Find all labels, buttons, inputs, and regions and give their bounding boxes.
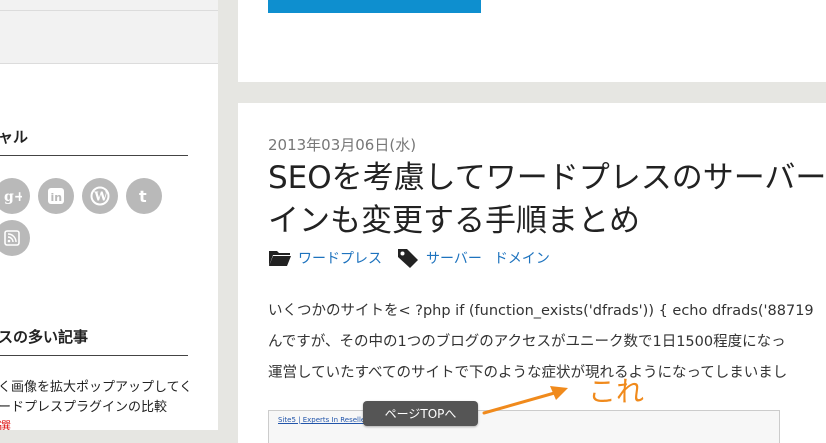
google-plus-icon[interactable]: g+ — [0, 178, 30, 214]
excerpt-line1: いくつかのサイトを< ?php if (function_exists('dfr… — [268, 303, 814, 319]
svg-text:g+: g+ — [4, 189, 22, 205]
folder-icon — [268, 248, 292, 268]
post-title-line1: SEOを考慮してワードプレスのサーバーを — [268, 160, 826, 196]
tumblr-icon[interactable]: t — [126, 178, 162, 214]
social-icons: g+ in W t — [0, 178, 194, 262]
tag-link-domain[interactable]: ドメイン — [494, 248, 550, 268]
tag-icon — [396, 247, 420, 269]
linkedin-icon[interactable]: in — [38, 178, 74, 214]
popular-posts-heading: スの多い記事 — [0, 326, 188, 356]
tag-link-server[interactable]: サーバー — [426, 248, 482, 268]
popular-post-line2: ードプレスプラグインの比較 — [0, 400, 168, 415]
svg-text:W: W — [93, 190, 108, 204]
svg-text:in: in — [51, 191, 63, 204]
sidebar-top-widget — [0, 0, 218, 64]
read-more-button[interactable] — [268, 0, 481, 13]
sidebar: ャル g+ in W t スの多い記事 く画像を拡大ポップアップしてく ードプレ… — [0, 0, 218, 430]
category-link[interactable]: ワードプレス — [298, 248, 382, 268]
post-date: 2013年03月06日(水) — [268, 136, 417, 154]
popular-post-line3: 選 — [0, 420, 12, 430]
annotation-label: これ — [588, 375, 645, 408]
post-title-line2: インも変更する手順まとめ — [268, 203, 640, 239]
svg-text:t: t — [139, 187, 147, 206]
rss-icon[interactable] — [0, 220, 30, 256]
post-title[interactable]: SEOを考慮してワードプレスのサーバーを インも変更する手順まとめ — [268, 157, 826, 243]
popular-post-link[interactable]: く画像を拡大ポップアップしてく ードプレスプラグインの比較 選 — [0, 378, 198, 430]
social-heading: ャル — [0, 126, 188, 156]
wordpress-icon[interactable]: W — [82, 178, 118, 214]
excerpt-line2: んですが、その中の1つのブログのアクセスがユニーク数で1日1500程度になっ — [268, 334, 786, 350]
annotation-arrow-icon — [482, 386, 568, 415]
post-excerpt: いくつかのサイトを< ?php if (function_exists('dfr… — [268, 296, 826, 389]
post-meta: ワードプレス サーバー ドメイン — [268, 246, 550, 270]
page-top-button[interactable]: ページTOPへ — [363, 401, 478, 426]
popular-post-line1: く画像を拡大ポップアップしてく — [0, 380, 193, 395]
